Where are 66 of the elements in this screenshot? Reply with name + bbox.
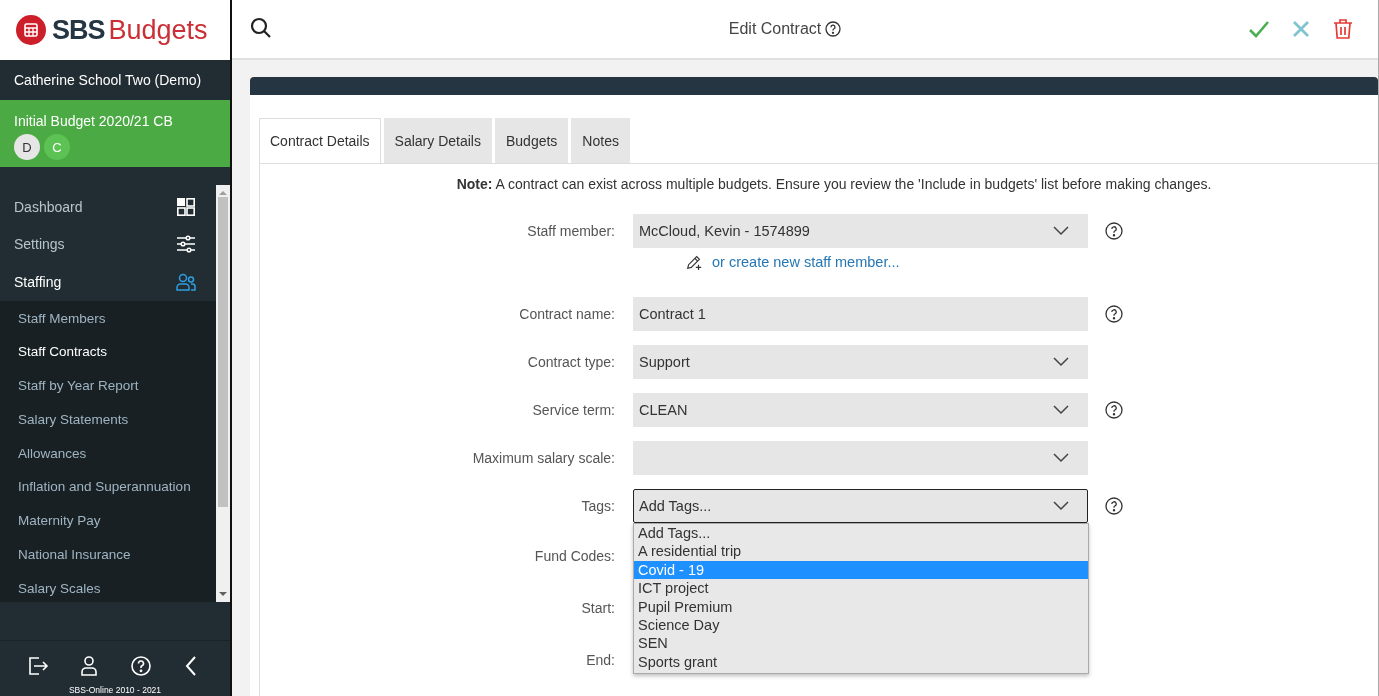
copyright: SBS-Online 2010 - 2021 <box>68 685 162 695</box>
chevron-down-icon <box>1053 501 1069 511</box>
submenu-item[interactable]: Allowances <box>0 436 216 471</box>
dropdown-option[interactable]: Sports grant <box>634 652 1088 672</box>
field-label: Maximum salary scale: <box>472 450 615 466</box>
field-label: Contract type: <box>527 354 615 370</box>
dropdown-option[interactable]: ICT project <box>634 579 1088 598</box>
submenu-item[interactable]: Salary Statements <box>0 402 216 437</box>
nav-item[interactable]: Settings <box>0 225 216 263</box>
chevron-down-icon <box>1053 453 1069 463</box>
submenu-item[interactable]: Inflation and Superannuation <box>0 470 216 505</box>
people-icon <box>176 271 196 292</box>
dashboard-icon <box>176 196 196 217</box>
nav-item[interactable]: Dashboard <box>0 188 216 226</box>
dropdown-field[interactable]: McCloud, Kevin - 1574899 <box>633 214 1088 248</box>
field-label: Staff member: <box>527 223 615 239</box>
input-field[interactable]: Contract 1 <box>633 297 1088 331</box>
dropdown-field[interactable]: Support <box>633 345 1088 379</box>
submenu-item[interactable]: Staff by Year Report <box>0 369 216 403</box>
logo: SBSBudgets <box>0 0 230 60</box>
nav-item[interactable]: Staffing <box>0 263 216 301</box>
trash-icon[interactable] <box>1332 18 1354 40</box>
submenu-item[interactable]: Maternity Pay <box>0 504 216 539</box>
user-avatar[interactable]: D <box>14 134 40 160</box>
help-icon[interactable] <box>1105 222 1123 240</box>
budget-name: Initial Budget 2020/21 CB <box>14 113 174 129</box>
chevron-down-icon <box>1053 405 1069 415</box>
dropdown-field[interactable]: CLEAN <box>633 393 1088 427</box>
help-icon[interactable] <box>825 21 842 37</box>
chevron-down-icon <box>1053 357 1069 367</box>
logo-icon <box>16 15 46 45</box>
dropdown-option[interactable]: SEN <box>634 634 1088 653</box>
tab[interactable]: Notes <box>571 118 630 163</box>
chevron-down-icon <box>1053 226 1069 236</box>
budget-panel[interactable]: Initial Budget 2020/21 CB D C <box>0 100 230 167</box>
submenu-item[interactable]: Salary Scales <box>0 571 216 606</box>
submenu-item[interactable]: National Insurance <box>0 538 216 572</box>
scrollbar[interactable] <box>216 185 230 602</box>
help-icon[interactable] <box>1105 305 1123 323</box>
tab[interactable]: Contract Details <box>259 118 381 163</box>
field-label: Service term: <box>532 402 615 418</box>
help-icon[interactable] <box>1105 401 1123 419</box>
field-label: End: <box>586 652 615 668</box>
school-name: Catherine School Two (Demo) <box>13 71 203 90</box>
dropdown-option[interactable]: Add Tags... <box>634 524 1088 543</box>
field-label: Fund Codes: <box>534 548 615 564</box>
field-label: Tags: <box>581 498 615 514</box>
field-label: Start: <box>581 600 615 616</box>
create-staff-link[interactable]: or create new staff member... <box>712 254 900 270</box>
logout-icon[interactable] <box>26 655 49 677</box>
settings-icon <box>176 234 196 255</box>
help-icon[interactable] <box>1105 497 1123 515</box>
dropdown-field[interactable]: Add Tags... <box>633 489 1088 523</box>
tab[interactable]: Budgets <box>494 118 569 163</box>
pencil-icon[interactable] <box>685 253 703 271</box>
field-label: Contract name: <box>519 306 615 322</box>
dropdown-option[interactable]: A residential trip <box>634 542 1088 561</box>
dropdown-option[interactable]: Pupil Premium <box>634 597 1088 616</box>
page-title: Edit Contract <box>728 20 822 38</box>
submenu-item[interactable]: Staff Members <box>0 301 216 336</box>
note-text: Note: A contract can exist across multiple budgets. Ensure you review the 'Include in budgets' list before making changes. <box>455 176 1213 192</box>
tab[interactable]: Salary Details <box>383 118 492 163</box>
dropdown-option[interactable]: Science Day <box>634 615 1088 635</box>
search-icon[interactable] <box>250 17 272 39</box>
dropdown-field[interactable] <box>633 441 1088 475</box>
submenu-item[interactable]: Staff Contracts <box>0 335 216 370</box>
